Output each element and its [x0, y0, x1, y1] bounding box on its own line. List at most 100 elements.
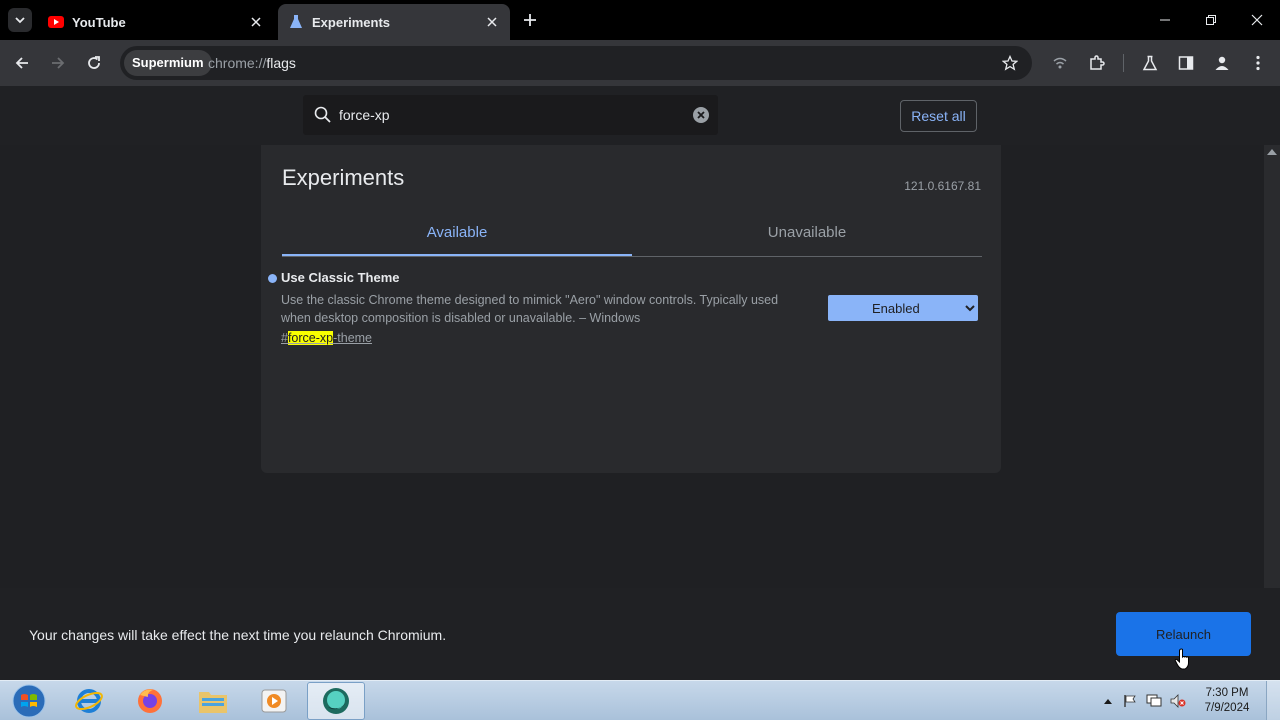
flag-link-suffix: -theme — [333, 331, 373, 345]
close-icon — [251, 17, 261, 27]
tray-network[interactable] — [1146, 693, 1162, 709]
flag-description: Use the classic Chrome theme designed to… — [281, 293, 779, 325]
tab-title: YouTube — [72, 14, 126, 30]
tab-close-button[interactable] — [484, 14, 500, 30]
flags-header: Reset all — [0, 86, 1280, 145]
flag-link-highlight: force-xp — [287, 331, 334, 345]
tab-experiments[interactable]: Experiments — [278, 4, 510, 40]
forward-arrow-icon — [52, 57, 65, 69]
reset-all-button[interactable]: Reset all — [900, 100, 977, 132]
flag-modified-dot — [268, 274, 277, 283]
taskbar-internet-explorer[interactable] — [60, 682, 118, 720]
flask-icon — [1142, 55, 1158, 71]
supermium-icon — [323, 688, 349, 714]
toolbar: Supermium chrome://flags — [0, 40, 1280, 86]
labs-button[interactable] — [1138, 51, 1162, 75]
site-chip[interactable]: Supermium — [124, 50, 212, 76]
wifi-icon — [1053, 57, 1067, 69]
start-button[interactable] — [0, 682, 58, 720]
tab-available[interactable]: Available — [282, 215, 632, 256]
close-window-button[interactable] — [1234, 0, 1280, 40]
profile-button[interactable] — [1210, 51, 1234, 75]
taskbar-supermium[interactable] — [307, 682, 365, 720]
address-bar[interactable]: Supermium chrome://flags — [120, 46, 1032, 80]
url-text[interactable]: chrome://flags — [208, 46, 296, 80]
more-vert-icon — [1256, 55, 1260, 71]
internet-explorer-icon — [75, 689, 103, 713]
media-player-icon — [261, 689, 287, 713]
flag-link-prefix: # — [281, 331, 288, 345]
minimize-icon — [1160, 19, 1170, 21]
relaunch-bar: Your changes will take effect the next t… — [0, 588, 1280, 680]
side-panel-button[interactable] — [1174, 51, 1198, 75]
restore-button[interactable] — [1188, 0, 1234, 40]
cast-button[interactable] — [1048, 51, 1072, 75]
experiments-card: Experiments 121.0.6167.81 Available Unav… — [261, 145, 1001, 473]
tab-unavailable[interactable]: Unavailable — [632, 215, 982, 256]
youtube-icon — [48, 16, 64, 28]
tray-action-center[interactable] — [1122, 693, 1138, 709]
taskbar: 7:30 PM 7/9/2024 — [0, 680, 1280, 720]
url-scheme: chrome:// — [208, 55, 267, 71]
chevron-up-icon — [1104, 699, 1112, 704]
tray-overflow-button[interactable] — [1100, 693, 1116, 709]
tab-close-button[interactable] — [248, 14, 264, 30]
reload-icon — [88, 56, 100, 69]
flag-permalink[interactable]: #force-xp-theme — [281, 331, 372, 345]
relaunch-message: Your changes will take effect the next t… — [29, 627, 447, 643]
chevron-down-icon — [15, 17, 25, 24]
menu-button[interactable] — [1246, 51, 1270, 75]
close-icon — [487, 17, 497, 27]
clock-time: 7:30 PM — [1205, 687, 1249, 699]
network-icon — [1146, 694, 1162, 707]
back-arrow-icon — [15, 57, 28, 69]
plus-icon — [524, 14, 536, 26]
tab-youtube[interactable]: YouTube — [38, 4, 274, 40]
reload-button[interactable] — [82, 51, 106, 75]
flags-search-input[interactable] — [339, 95, 679, 135]
tray-volume[interactable] — [1170, 693, 1186, 709]
taskbar-firefox[interactable] — [121, 682, 179, 720]
minimize-button[interactable] — [1142, 0, 1188, 40]
taskbar-media-player[interactable] — [245, 682, 303, 720]
windows-orb-icon — [12, 684, 46, 718]
tab-strip: YouTube Experiments — [0, 0, 1280, 40]
flags-search-box — [303, 95, 718, 135]
back-button[interactable] — [10, 51, 34, 75]
flag-icon — [1124, 695, 1136, 707]
toolbar-divider — [1123, 54, 1124, 72]
hand-cursor-icon — [1174, 648, 1189, 670]
url-host: flags — [266, 55, 296, 71]
flag-state-select[interactable]: Enabled — [828, 295, 978, 321]
tab-title: Experiments — [312, 14, 391, 30]
screen: YouTube Experiments Supermium chrome://f… — [0, 0, 1280, 720]
flask-icon — [290, 15, 302, 28]
taskbar-clock[interactable]: 7:30 PM 7/9/2024 — [1196, 686, 1258, 716]
tab-search-button[interactable] — [8, 8, 32, 32]
taskbar-explorer[interactable] — [184, 682, 242, 720]
version-label: 121.0.6167.81 — [904, 179, 981, 193]
clock-date: 7/9/2024 — [1204, 702, 1250, 714]
new-tab-button[interactable] — [518, 8, 542, 32]
scroll-up-arrow-icon[interactable] — [1267, 149, 1277, 155]
extensions-button[interactable] — [1085, 51, 1109, 75]
side-panel-icon — [1178, 56, 1194, 70]
flags-tabs: Available Unavailable — [282, 215, 982, 257]
forward-button[interactable] — [46, 51, 70, 75]
puzzle-icon — [1090, 55, 1105, 70]
bookmark-button[interactable] — [998, 51, 1022, 75]
folder-icon — [199, 692, 227, 713]
close-icon — [1251, 14, 1263, 26]
clear-search-icon[interactable] — [692, 106, 710, 124]
flags-content: Experiments 121.0.6167.81 Available Unav… — [0, 145, 1264, 588]
volume-muted-icon — [1170, 694, 1186, 708]
star-icon — [1002, 55, 1018, 71]
flag-name: Use Classic Theme — [281, 270, 400, 285]
scrollbar[interactable] — [1264, 145, 1280, 588]
search-icon — [314, 106, 331, 123]
show-desktop-button[interactable] — [1266, 681, 1280, 720]
page-title: Experiments — [282, 165, 405, 190]
restore-icon — [1206, 15, 1216, 25]
firefox-icon — [138, 689, 162, 713]
person-icon — [1215, 56, 1229, 70]
